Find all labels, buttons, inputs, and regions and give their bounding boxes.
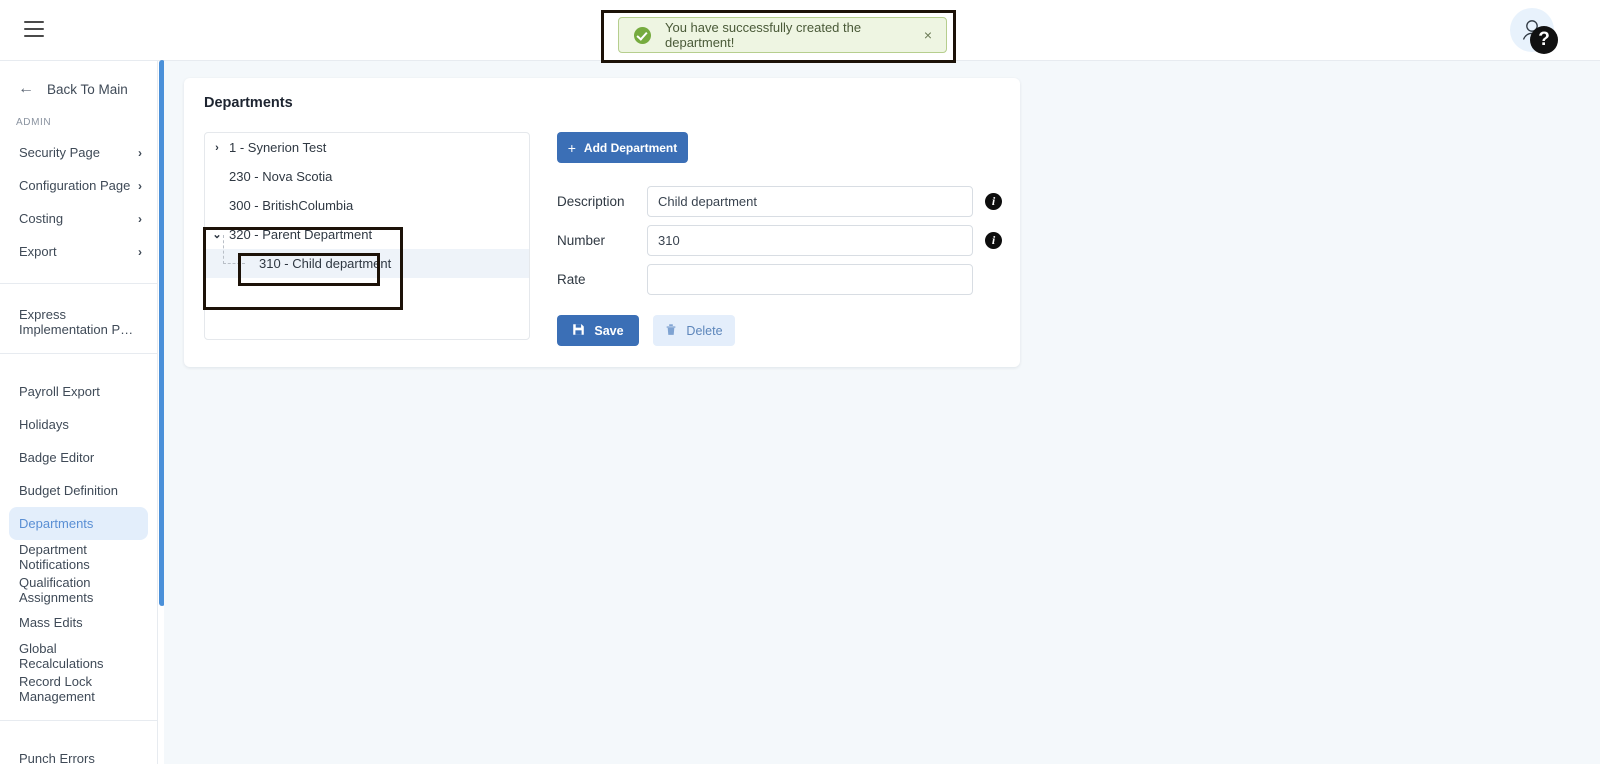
sidebar-item-record-lock-management[interactable]: Record Lock Management: [0, 672, 157, 705]
department-tree[interactable]: › 1 - Synerion Test 230 - Nova Scotia 30…: [204, 132, 530, 340]
trash-icon: [665, 323, 677, 339]
sidebar-item-mass-edits[interactable]: Mass Edits: [0, 606, 157, 639]
sidebar-section-title: ADMIN: [16, 117, 52, 128]
chevron-right-icon: ›: [138, 244, 142, 259]
tree-node-synerion-test[interactable]: › 1 - Synerion Test: [205, 133, 529, 162]
delete-label: Delete: [686, 323, 723, 338]
sidebar-item-department-notifications[interactable]: Department Notifications: [0, 540, 157, 573]
sidebar-item-label: Qualification Assignments: [19, 574, 94, 605]
sidebar-item-global-recalculations[interactable]: Global Recalculations: [0, 639, 157, 672]
sidebar-group-express: Express Implementation P…: [0, 305, 157, 338]
main-content-area: Departments › 1 - Synerion Test 230 - No…: [164, 61, 1600, 764]
hamburger-bar: [24, 35, 44, 37]
hamburger-menu-icon[interactable]: [24, 21, 44, 37]
chevron-right-icon: ›: [138, 145, 142, 160]
avatar-group[interactable]: ?: [1510, 8, 1558, 54]
sidebar-item-export[interactable]: Export ›: [0, 235, 157, 268]
field-label: Number: [557, 233, 606, 248]
sidebar-item-label: Budget Definition: [19, 483, 119, 498]
form-actions: Save Delete: [557, 315, 735, 346]
sidebar-divider: [0, 353, 157, 354]
save-disk-icon: [572, 323, 585, 339]
sidebar-item-label: Badge Editor: [19, 450, 95, 465]
sidebar-item-badge-editor[interactable]: Badge Editor: [0, 441, 157, 474]
field-description: Description i: [557, 186, 1002, 217]
sidebar-item-label: Department Notifications: [19, 541, 90, 572]
sidebar-item-budget-definition[interactable]: Budget Definition: [0, 474, 157, 507]
sidebar: ← Back To Main ADMIN Security Page › Con…: [0, 61, 158, 764]
tree-node-label: 1 - Synerion Test: [229, 140, 327, 155]
tree-node-label: 230 - Nova Scotia: [229, 169, 333, 184]
sidebar-group-expandable: Security Page › Configuration Page › Cos…: [0, 136, 157, 268]
chevron-right-icon: ›: [138, 178, 142, 193]
hamburger-bar: [24, 28, 44, 30]
chevron-right-icon: ›: [138, 211, 142, 226]
sidebar-item-label: Global Recalculations: [19, 640, 104, 671]
sidebar-item-label: Holidays: [19, 417, 69, 432]
help-icon[interactable]: ?: [1530, 26, 1558, 54]
hamburger-bar: [24, 21, 44, 23]
sidebar-item-label: Payroll Export: [19, 384, 100, 399]
sidebar-item-label: Record Lock Management: [19, 673, 95, 704]
sidebar-item-qualification-assignments[interactable]: Qualification Assignments: [0, 573, 157, 606]
sidebar-item-express-implementation[interactable]: Express Implementation P…: [0, 305, 157, 338]
back-to-main-label: Back To Main: [47, 81, 128, 97]
save-button[interactable]: Save: [557, 315, 639, 346]
add-department-button[interactable]: + Add Department: [557, 132, 688, 163]
save-label: Save: [594, 323, 624, 338]
field-label: Description: [557, 194, 625, 209]
tree-node-child-department[interactable]: 310 - Child department: [205, 235, 529, 278]
delete-button[interactable]: Delete: [653, 315, 735, 346]
field-label: Rate: [557, 272, 586, 287]
sidebar-item-label: Security Page: [19, 145, 100, 160]
chevron-right-icon[interactable]: ›: [205, 142, 229, 154]
sidebar-item-label: Mass Edits: [19, 615, 83, 630]
sidebar-item-departments[interactable]: Departments: [9, 507, 148, 540]
tree-node-parent-department[interactable]: ⌄ 320 - Parent Department: [205, 220, 529, 249]
sidebar-item-label: Departments: [19, 516, 94, 531]
plus-icon: +: [567, 139, 576, 156]
tree-node-label: 300 - BritishColumbia: [229, 198, 354, 213]
page-title: Departments: [204, 95, 293, 111]
sidebar-group-main: Payroll Export Holidays Badge Editor Bud…: [0, 375, 157, 705]
field-rate: Rate: [557, 264, 973, 295]
sidebar-item-label: Express Implementation P…: [19, 306, 134, 337]
sidebar-divider: [0, 720, 157, 721]
arrow-left-icon: ←: [18, 80, 34, 97]
tree-guide-line: [223, 235, 245, 264]
add-department-label: Add Department: [583, 140, 678, 155]
sidebar-item-label: Punch Errors: [19, 751, 95, 764]
departments-card: Departments › 1 - Synerion Test 230 - No…: [184, 78, 1020, 367]
sidebar-item-holidays[interactable]: Holidays: [0, 408, 157, 441]
annotation-box-toast: [601, 10, 956, 63]
tree-node-british-columbia[interactable]: 300 - BritishColumbia: [205, 191, 529, 220]
tree-node-nova-scotia[interactable]: 230 - Nova Scotia: [205, 162, 529, 191]
number-input[interactable]: [647, 225, 973, 256]
sidebar-item-configuration-page[interactable]: Configuration Page ›: [0, 169, 157, 202]
sidebar-item-label: Configuration Page: [19, 178, 131, 193]
sidebar-item-security-page[interactable]: Security Page ›: [0, 136, 157, 169]
description-input[interactable]: [647, 186, 973, 217]
sidebar-item-costing[interactable]: Costing ›: [0, 202, 157, 235]
sidebar-item-label: Costing: [19, 211, 64, 226]
sidebar-item-label: Export: [19, 244, 57, 259]
sidebar-item-punch-errors[interactable]: Punch Errors: [0, 742, 157, 764]
info-icon[interactable]: i: [985, 193, 1002, 210]
sidebar-item-payroll-export[interactable]: Payroll Export: [0, 375, 157, 408]
sidebar-group-bottom: Punch Errors: [0, 742, 157, 764]
rate-input[interactable]: [647, 264, 973, 295]
tree-node-label: 320 - Parent Department: [229, 227, 373, 242]
sidebar-divider: [0, 283, 157, 284]
info-icon[interactable]: i: [985, 232, 1002, 249]
field-number: Number i: [557, 225, 1002, 256]
back-to-main-button[interactable]: ← Back To Main: [0, 61, 157, 103]
